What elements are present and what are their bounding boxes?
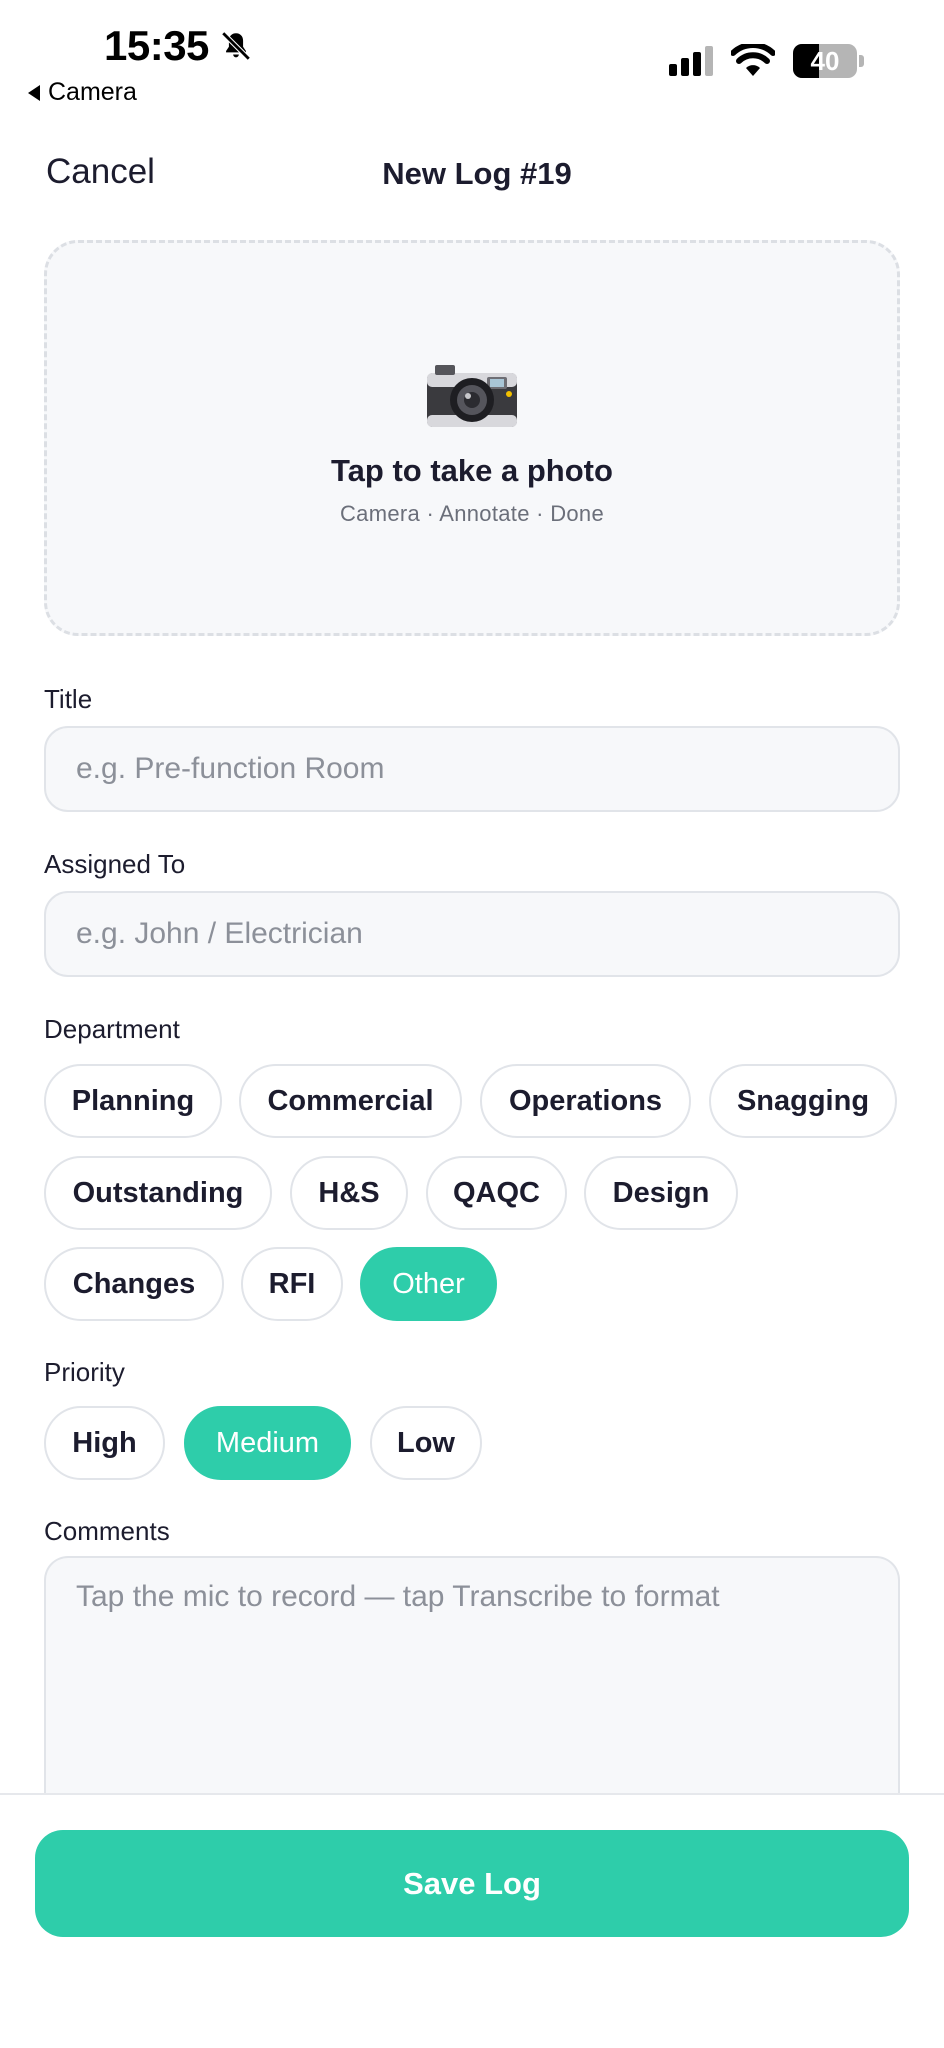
photo-prompt-subtitle: Camera · Annotate · Done xyxy=(339,501,604,526)
priority-chip-low[interactable]: Low xyxy=(370,1406,482,1480)
battery-icon: 40 xyxy=(793,44,864,78)
assigned-to-input[interactable] xyxy=(44,891,900,977)
department-chip-rfi[interactable]: RFI xyxy=(241,1247,343,1321)
department-chip-other[interactable]: Other xyxy=(360,1247,497,1321)
camera-icon xyxy=(427,365,517,427)
title-label: Title xyxy=(44,684,93,714)
status-time-text: 15:35 xyxy=(104,22,209,69)
page-title: New Log #19 xyxy=(382,156,572,191)
department-chip-outstanding[interactable]: Outstanding xyxy=(44,1156,272,1230)
bell-slash-icon xyxy=(221,31,251,61)
priority-chip-high[interactable]: High xyxy=(44,1406,165,1480)
photo-capture-area[interactable]: Tap to take a photo Camera · Annotate · … xyxy=(44,240,900,636)
battery-level: 40 xyxy=(810,45,840,76)
back-triangle-icon xyxy=(28,84,40,101)
department-chip-planning[interactable]: Planning xyxy=(44,1064,222,1138)
comments-textarea[interactable] xyxy=(44,1556,900,1796)
department-chip-qaqc[interactable]: QAQC xyxy=(426,1156,567,1230)
status-time: 15:35 xyxy=(104,22,253,70)
department-chip-operations[interactable]: Operations xyxy=(480,1064,691,1138)
cellular-signal-icon xyxy=(669,46,713,76)
department-chip-commercial[interactable]: Commercial xyxy=(239,1064,462,1138)
back-to-app[interactable]: Camera xyxy=(28,78,137,107)
status-indicators: 40 xyxy=(669,44,864,78)
back-app-label: Camera xyxy=(48,78,137,106)
photo-prompt-title: Tap to take a photo xyxy=(331,453,613,488)
save-log-button[interactable]: Save Log xyxy=(35,1830,909,1937)
department-chip-hs[interactable]: H&S xyxy=(290,1156,408,1230)
priority-label: Priority xyxy=(44,1357,125,1387)
title-input[interactable] xyxy=(44,726,900,812)
wifi-icon xyxy=(731,44,775,76)
assigned-to-label: Assigned To xyxy=(44,849,186,879)
department-chip-changes[interactable]: Changes xyxy=(44,1247,224,1321)
department-chip-design[interactable]: Design xyxy=(584,1156,738,1230)
comments-label: Comments xyxy=(44,1516,170,1546)
priority-chip-medium[interactable]: Medium xyxy=(184,1406,351,1480)
department-chip-snagging[interactable]: Snagging xyxy=(709,1064,897,1138)
department-label: Department xyxy=(44,1014,180,1044)
